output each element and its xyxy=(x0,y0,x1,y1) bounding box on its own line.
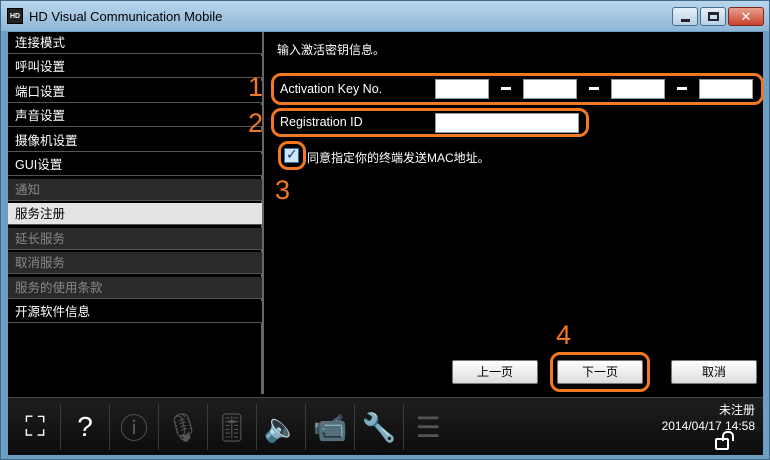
registration-status: 未注册 xyxy=(718,403,755,417)
instruction-text: 输入激活密钥信息。 xyxy=(277,43,386,57)
sidebar-item-extend-service[interactable]: 延长服务 xyxy=(8,228,262,250)
activation-key-field-4[interactable] xyxy=(699,79,753,99)
toolbar-divider xyxy=(256,404,257,450)
toolbar-divider xyxy=(60,404,61,450)
activation-key-field-3[interactable] xyxy=(611,79,665,99)
sidebar-item-terms-of-use[interactable]: 服务的使用条款 xyxy=(8,277,262,299)
sidebar-item-call-settings[interactable]: 呼叫设置 xyxy=(8,56,262,78)
mac-consent-checkbox[interactable] xyxy=(284,146,299,163)
info-icon[interactable]: ⓘ xyxy=(111,403,157,451)
lock-icon xyxy=(715,431,734,450)
maximize-button[interactable] xyxy=(700,7,726,26)
key-separator xyxy=(677,87,687,90)
mic-volume-icon[interactable]: 🎚 xyxy=(209,403,255,451)
sidebar-item-connection-mode[interactable]: 连接模式 xyxy=(8,32,262,54)
previous-page-button[interactable]: 上一页 xyxy=(452,360,538,384)
toolbar-divider xyxy=(207,404,208,450)
toolbar-divider xyxy=(109,404,110,450)
callout-number-2: 2 xyxy=(248,108,264,138)
app-icon: HD xyxy=(7,8,23,24)
sidebar-item-sound-settings[interactable]: 声音设置 xyxy=(8,105,262,127)
sidebar-item-cancel-service[interactable]: 取消服务 xyxy=(8,252,262,274)
window-title: HD Visual Communication Mobile xyxy=(29,9,223,24)
callout-number-1: 1 xyxy=(248,72,264,102)
toolbar-divider xyxy=(403,404,404,450)
key-separator xyxy=(589,87,599,90)
app-window: HD HD Visual Communication Mobile ✕ 连接模式… xyxy=(0,0,770,460)
toolbar-divider xyxy=(354,404,355,450)
sidebar-item-open-source[interactable]: 开源软件信息 xyxy=(8,301,262,323)
registration-id-field[interactable] xyxy=(435,113,579,133)
registration-id-label: Registration ID xyxy=(280,115,363,129)
sidebar-item-notification[interactable]: 通知 xyxy=(8,179,262,201)
callout-number-4: 4 xyxy=(556,320,572,350)
screen-icon[interactable]: ⛶ xyxy=(12,403,58,451)
settings-sidebar: 连接模式 呼叫设置 端口设置 声音设置 摄像机设置 GUI设置 通知 服务注册 … xyxy=(8,32,264,394)
title-bar[interactable]: HD HD Visual Communication Mobile ✕ xyxy=(1,1,769,31)
activation-key-field-1[interactable] xyxy=(435,79,489,99)
client-area: 连接模式 呼叫设置 端口设置 声音设置 摄像机设置 GUI设置 通知 服务注册 … xyxy=(8,32,764,455)
sidebar-item-port-settings[interactable]: 端口设置 xyxy=(8,81,262,103)
toolbar-divider xyxy=(305,404,306,450)
status-area: 未注册 2014/04/17 14:58 xyxy=(662,402,755,434)
mac-consent-label: 同意指定你的终端发送MAC地址。 xyxy=(307,151,490,165)
key-separator xyxy=(501,87,511,90)
registration-panel: 输入激活密钥信息。 1 Activation Key No. 2 Registr… xyxy=(248,32,764,394)
wrench-icon[interactable]: 🔧 xyxy=(356,403,402,451)
next-page-button[interactable]: 下一页 xyxy=(557,360,643,384)
callout-number-3: 3 xyxy=(275,175,291,205)
camera-mute-icon[interactable]: 📹 xyxy=(307,403,353,451)
cancel-button[interactable]: 取消 xyxy=(671,360,757,384)
activation-key-field-2[interactable] xyxy=(523,79,577,99)
minimize-button[interactable] xyxy=(672,7,698,26)
toolbar-divider xyxy=(158,404,159,450)
close-icon: ✕ xyxy=(740,9,752,24)
maximize-icon xyxy=(708,12,719,21)
datetime-display: 2014/04/17 14:58 xyxy=(661,419,755,433)
speaker-icon[interactable]: 🔈 xyxy=(258,403,304,451)
menu-icon[interactable]: ☰ xyxy=(405,403,451,451)
sidebar-item-camera-settings[interactable]: 摄像机设置 xyxy=(8,130,262,152)
help-icon[interactable]: ? xyxy=(62,403,108,451)
sidebar-item-gui-settings[interactable]: GUI设置 xyxy=(8,154,262,176)
mic-mute-icon[interactable]: 🎙 xyxy=(160,403,206,451)
minimize-icon xyxy=(681,19,690,22)
bottom-toolbar: ⛶ ? ⓘ 🎙 🎚 🔈 📹 🔧 ☰ 未注册 2014/04/17 14:58 xyxy=(8,397,763,455)
activation-key-label: Activation Key No. xyxy=(280,82,383,96)
sidebar-item-service-registration[interactable]: 服务注册 xyxy=(8,203,262,225)
close-button[interactable]: ✕ xyxy=(728,7,764,26)
